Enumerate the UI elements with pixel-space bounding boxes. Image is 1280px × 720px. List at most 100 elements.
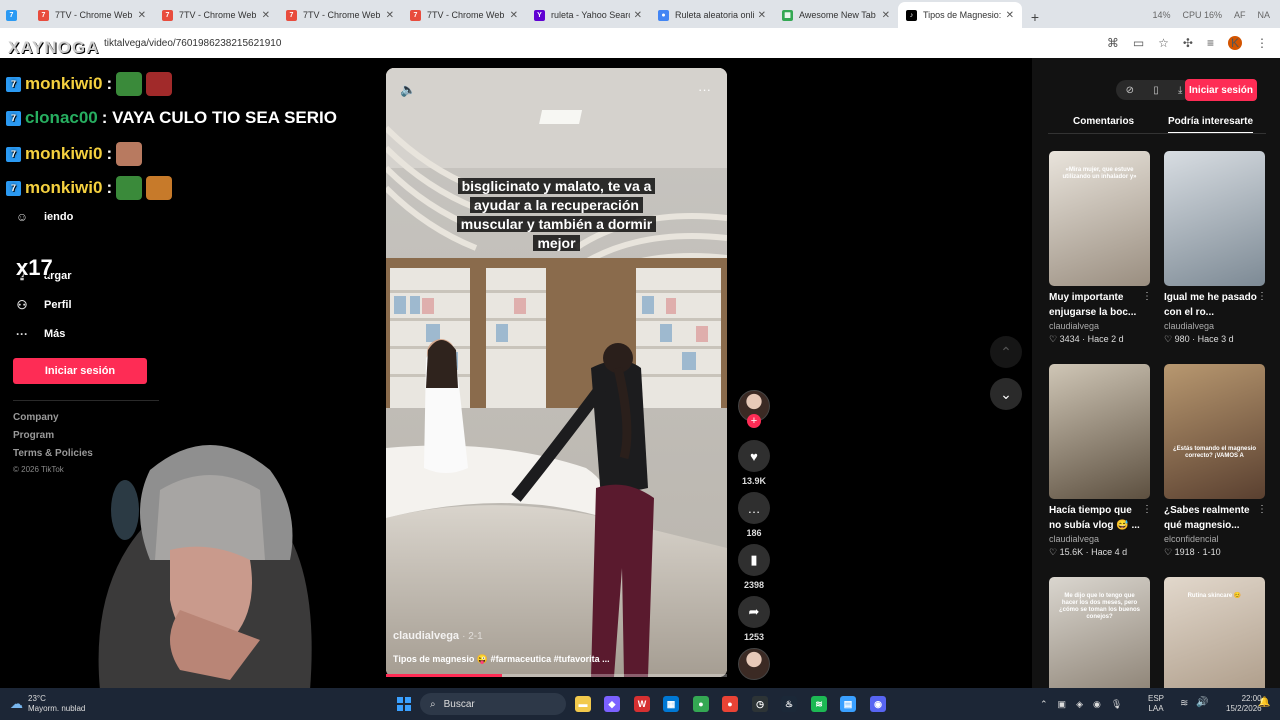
store-icon[interactable]: ▦ bbox=[663, 696, 679, 712]
file-explorer-icon[interactable]: ▬ bbox=[575, 696, 591, 712]
sound-avatar[interactable] bbox=[738, 648, 770, 680]
volume-icon[interactable]: 🔊 bbox=[1196, 697, 1208, 708]
comment-action[interactable]: … 186 bbox=[738, 492, 770, 538]
tray-app-icon[interactable]: ▣ bbox=[1058, 699, 1067, 710]
notification-bell-icon[interactable]: 🔔 bbox=[1258, 697, 1270, 708]
card-likes: 980 bbox=[1174, 334, 1190, 344]
tab-favicon-icon: ♪ bbox=[906, 9, 917, 21]
new-tab-button[interactable]: + bbox=[1024, 6, 1046, 28]
video-progress-bar[interactable] bbox=[386, 674, 727, 677]
weather-widget[interactable]: ☁ 23°C Mayorm. nublad bbox=[10, 694, 85, 714]
nav-item-profile[interactable]: ⚇ Perfil bbox=[14, 298, 72, 312]
close-tab-icon[interactable]: ✕ bbox=[510, 10, 518, 21]
nav-item-more[interactable]: ··· Más bbox=[14, 327, 65, 341]
video-player[interactable]: 🔈 ··· bbox=[386, 68, 727, 677]
tab-title: ruleta - Yahoo Search bbox=[551, 10, 630, 20]
volume-icon[interactable]: 🔈 bbox=[400, 82, 416, 98]
profile-avatar[interactable]: K bbox=[1228, 36, 1242, 50]
reading-list-icon[interactable]: ≡ bbox=[1207, 36, 1214, 50]
chevron-up-icon[interactable]: ⌃ bbox=[1040, 699, 1048, 710]
login-button[interactable]: Iniciar sesión bbox=[1185, 79, 1257, 101]
spotify-icon[interactable]: ≋ bbox=[811, 696, 827, 712]
next-video-button[interactable]: ⌄ bbox=[990, 378, 1022, 410]
card-menu-icon[interactable]: ⋮ bbox=[1257, 291, 1267, 302]
card-age: 1-10 bbox=[1202, 547, 1221, 557]
follow-button[interactable]: + bbox=[747, 414, 761, 428]
divider bbox=[13, 400, 159, 401]
tray-app-icon[interactable]: ◉ bbox=[1093, 699, 1101, 710]
extensions-icon[interactable]: ✣ bbox=[1183, 36, 1193, 50]
chrome-icon[interactable]: ● bbox=[693, 696, 709, 712]
device-icon[interactable]: ▯ bbox=[1153, 85, 1159, 96]
bookmark-icon: ▮ bbox=[738, 544, 770, 576]
close-tab-icon[interactable]: ✕ bbox=[882, 10, 890, 21]
microphone-icon[interactable]: 🎙 bbox=[1111, 699, 1122, 710]
close-tab-icon[interactable]: ✕ bbox=[262, 10, 270, 21]
browser-tab[interactable]: ▦ Awesome New Tab P ✕ bbox=[774, 2, 898, 28]
clock-app-icon[interactable]: ◷ bbox=[752, 696, 768, 712]
chat-emote-icon bbox=[146, 176, 173, 200]
tray-app-icon[interactable]: ◈ bbox=[1076, 699, 1083, 710]
like-action[interactable]: ♥ 13.9K bbox=[738, 440, 770, 486]
close-tab-icon[interactable]: ✕ bbox=[1006, 10, 1014, 21]
red-app-icon[interactable]: W bbox=[634, 696, 650, 712]
browser-tab[interactable]: 7 7TV - Chrome Web St ✕ bbox=[402, 2, 526, 28]
card-menu-icon[interactable]: ⋮ bbox=[1142, 504, 1152, 515]
video-description: Tipos de magnesio 😜 #farmaceutica #tufav… bbox=[393, 654, 610, 664]
browser-tab[interactable]: Yruleta - Yahoo Search ✕ bbox=[526, 2, 650, 28]
video-author[interactable]: claudialvega · 2-1 bbox=[393, 630, 483, 642]
card-menu-icon[interactable]: ⋮ bbox=[1142, 291, 1152, 302]
nav-item-following[interactable]: ☺ iendo bbox=[14, 210, 73, 224]
tab-favicon-icon: ▦ bbox=[782, 9, 793, 21]
share-count: 1253 bbox=[743, 632, 765, 642]
browser-menu-icon[interactable]: ⋮ bbox=[1256, 36, 1268, 50]
heart-outline-icon: ♡ bbox=[1164, 334, 1173, 344]
browser-tab[interactable]: 7 bbox=[0, 2, 30, 28]
suggested-video-card[interactable]: ¿Estás tomando el magnesio correcto? ¡VA… bbox=[1164, 364, 1267, 558]
copilot-icon[interactable]: ◆ bbox=[604, 696, 620, 712]
browser-tab[interactable]: 7 7TV - Chrome Web St ✕ bbox=[278, 2, 402, 28]
suggested-video-card[interactable]: Igual me he pasado con el ro... claudialv… bbox=[1164, 151, 1267, 345]
language-indicator[interactable]: ESP LAA bbox=[1148, 694, 1164, 714]
footer-link-company[interactable]: Company bbox=[13, 412, 59, 423]
bookmark-star-icon[interactable]: ☆ bbox=[1158, 36, 1169, 50]
card-menu-icon[interactable]: ⋮ bbox=[1257, 504, 1267, 515]
taskbar-search[interactable]: ⌕ Buscar bbox=[420, 693, 566, 715]
tab-comments[interactable]: Comentarios bbox=[1073, 116, 1134, 127]
close-tab-icon[interactable]: ✕ bbox=[138, 10, 146, 21]
tab-suggested[interactable]: Podría interesarte bbox=[1168, 116, 1254, 134]
browser-tab[interactable]: ♪ Tipos de Magnesio: ✕ bbox=[898, 2, 1022, 28]
clock[interactable]: 22:00 15/2/2026 bbox=[1226, 694, 1262, 714]
download-icon[interactable]: ⤓ bbox=[1178, 85, 1182, 96]
windows-start-icon[interactable] bbox=[397, 697, 411, 711]
chrome-icon[interactable]: ● bbox=[722, 696, 738, 712]
previous-video-button[interactable]: ⌃ bbox=[990, 336, 1022, 368]
save-action[interactable]: ▮ 2398 bbox=[738, 544, 770, 590]
close-tab-icon[interactable]: ✕ bbox=[758, 10, 766, 21]
weather-text: Mayorm. nublad bbox=[28, 704, 86, 713]
translate-icon[interactable]: ⌘ bbox=[1107, 36, 1119, 50]
video-thumbnail: «Mira mujer, que estuve utilizando un in… bbox=[1049, 151, 1150, 286]
discord-icon[interactable]: ◉ bbox=[870, 696, 886, 712]
tab-title: Awesome New Tab P bbox=[799, 10, 878, 20]
card-age: Hace 3 d bbox=[1197, 334, 1234, 344]
login-button[interactable]: Iniciar sesión bbox=[13, 358, 147, 384]
address-bar[interactable]: tiktalvega/video/7601986238215621910 bbox=[104, 38, 281, 49]
suggested-video-card[interactable]: Hacía tiempo que no subía vlog 😅 ... clau… bbox=[1049, 364, 1152, 558]
wifi-icon[interactable]: ≋ bbox=[1180, 698, 1188, 709]
suggested-video-card[interactable]: «Mira mujer, que estuve utilizando un in… bbox=[1049, 151, 1152, 345]
close-tab-icon[interactable]: ✕ bbox=[386, 10, 394, 21]
close-tab-icon[interactable]: ✕ bbox=[634, 10, 642, 21]
browser-tab[interactable]: ● Ruleta aleatoria onlin ✕ bbox=[650, 2, 774, 28]
nav-item-label: Más bbox=[44, 328, 66, 340]
twitch-badge-icon: 7 bbox=[6, 110, 21, 126]
more-options-icon[interactable]: ··· bbox=[698, 82, 711, 97]
settings-icon[interactable]: ⊘ bbox=[1126, 85, 1134, 96]
browser-tab[interactable]: 7 7TV - Chrome Web St ✕ bbox=[154, 2, 278, 28]
cast-icon[interactable]: ▭ bbox=[1133, 36, 1144, 50]
share-action[interactable]: ➦ 1253 bbox=[738, 596, 770, 642]
footer-link-program[interactable]: Program bbox=[13, 430, 54, 441]
steam-icon[interactable]: ♨ bbox=[781, 696, 797, 712]
browser-tab[interactable]: 7 7TV - Chrome Web St ✕ bbox=[30, 2, 154, 28]
notepad-icon[interactable]: ▤ bbox=[840, 696, 856, 712]
